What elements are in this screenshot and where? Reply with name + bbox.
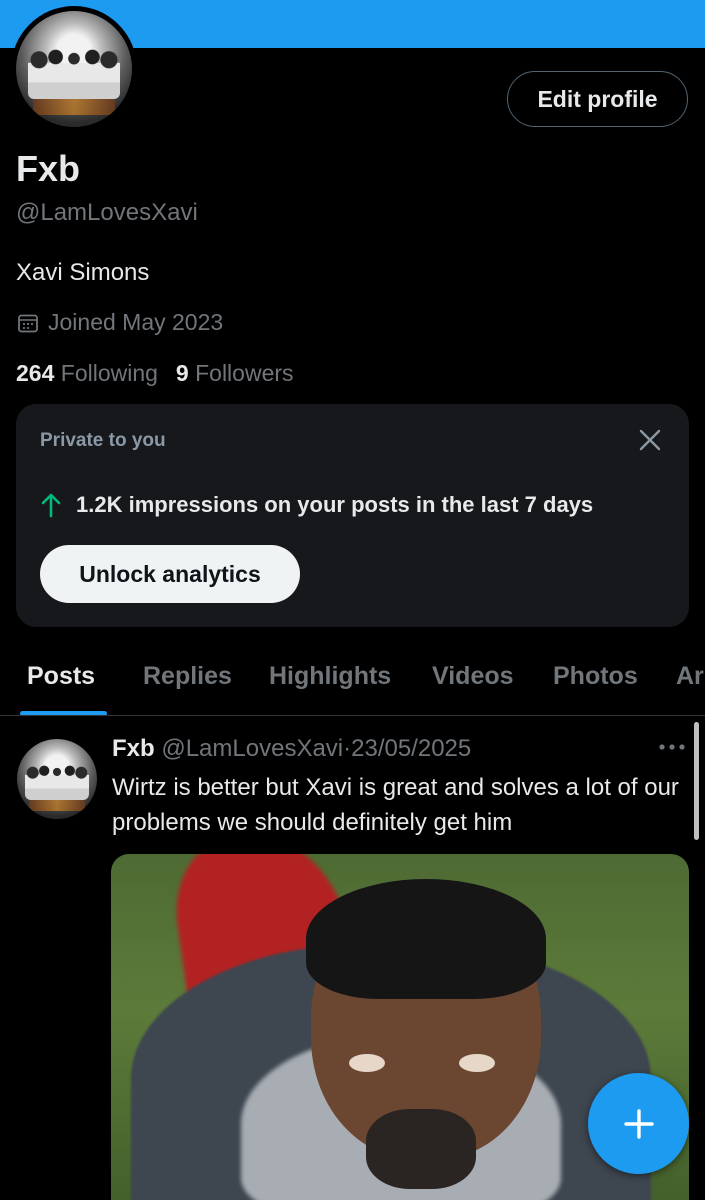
edit-profile-button[interactable]: Edit profile (507, 71, 688, 127)
profile-name: Fxb (16, 148, 81, 189)
private-label: Private to you (40, 430, 166, 451)
active-tab-indicator (20, 711, 107, 715)
followers-link[interactable]: 9 Followers (176, 360, 294, 387)
post-avatar-image (17, 739, 97, 819)
compose-button[interactable] (588, 1073, 689, 1174)
tab-highlights[interactable]: Highlights (269, 662, 391, 691)
avatar-image (16, 11, 132, 127)
tab-videos[interactable]: Videos (432, 662, 514, 691)
followers-label: Followers (195, 360, 294, 386)
impressions-text: 1.2K impressions on your posts in the la… (76, 492, 594, 517)
tab-replies[interactable]: Replies (143, 662, 232, 691)
profile-bio: Xavi Simons (16, 259, 150, 286)
tab-articles[interactable]: Ar (676, 662, 704, 691)
tab-posts[interactable]: Posts (27, 662, 95, 691)
close-icon[interactable] (636, 426, 664, 454)
post-author-handle[interactable]: @LamLovesXavi (161, 735, 343, 762)
post-avatar[interactable] (17, 739, 97, 819)
following-label: Following (60, 360, 158, 386)
arrow-up-icon (41, 493, 61, 518)
profile-tabs: Posts Replies Highlights Videos Photos A… (0, 640, 705, 716)
joined-text: Joined May 2023 (48, 309, 224, 335)
impressions-row: 1.2K impressions on your posts in the la… (40, 492, 593, 518)
post-separator: · (343, 735, 352, 762)
followers-count: 9 (175, 360, 189, 386)
post-text: Wirtz is better but Xavi is great and so… (112, 774, 679, 836)
analytics-card: Private to you 1.2K impressions on your … (16, 404, 689, 627)
scrollbar[interactable] (694, 722, 699, 840)
tab-photos[interactable]: Photos (553, 662, 638, 691)
profile-avatar[interactable] (11, 6, 137, 132)
plus-icon (623, 1108, 654, 1139)
post-date[interactable]: 23/05/2025 (351, 735, 471, 762)
following-link[interactable]: 264 Following (16, 360, 158, 387)
post-author-name[interactable]: Fxb (112, 735, 155, 762)
post-header: Fxb @LamLovesXavi·23/05/2025 (112, 735, 471, 763)
following-count: 264 (16, 360, 55, 386)
follow-stats: 264 Following 9 Followers (16, 360, 294, 387)
profile-handle: @LamLovesXavi (16, 199, 198, 226)
joined-date: Joined May 2023 (16, 309, 223, 336)
calendar-icon (18, 314, 38, 332)
more-icon[interactable] (657, 739, 687, 755)
unlock-analytics-button[interactable]: Unlock analytics (40, 545, 300, 603)
